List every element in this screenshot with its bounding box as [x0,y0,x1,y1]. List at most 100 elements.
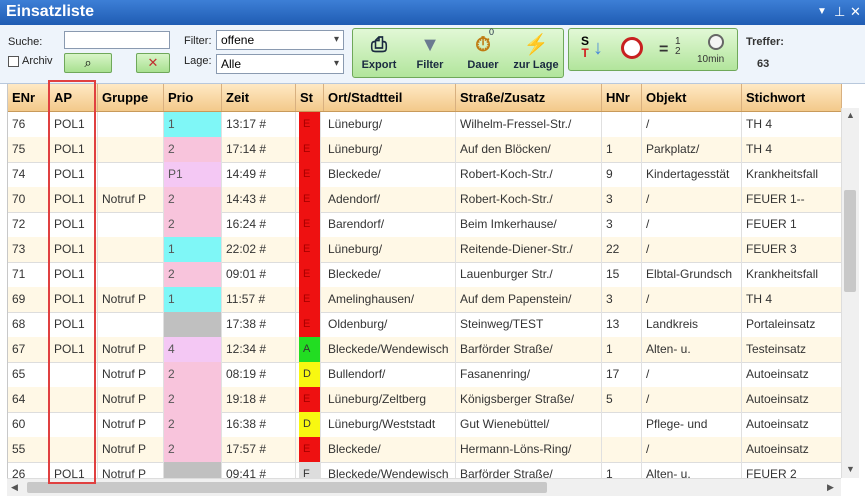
table-row[interactable]: 72 POL1 2 16:24 # E Barendorf/Beim Imkerhause… [8,212,842,238]
dauer-button[interactable]: ⏱ 0 Dauer [457,27,509,77]
cell-enr: 64 [8,387,50,412]
cell-st: D [299,412,321,437]
cell-zeit: 17:57 # [222,437,296,462]
cell-ap: POL1 [50,112,98,137]
archiv-checkbox[interactable] [8,56,19,67]
cell-objekt: Parkplatz/ [642,137,742,162]
cell-hnr [602,412,642,437]
cell-hnr: 3 [602,287,642,312]
scroll-up-icon[interactable]: ▲ [846,110,855,120]
scroll-left-icon[interactable]: ◀ [11,482,18,493]
filter-select[interactable]: offene ▾ [216,30,344,50]
column-header-hnr[interactable]: HNr [602,84,642,111]
action-button-group: ⎙ Export ▼ Filter ⏱ 0 Dauer ⚡ zur Lage [352,27,564,78]
close-icon[interactable]: ✕ [850,4,861,20]
column-header-strasse[interactable]: Straße/Zusatz [456,84,602,111]
table-row[interactable]: 70 POL1 Notruf P 2 14:43 # E Adendorf/Robert-K… [8,187,842,213]
cell-st: E [299,112,321,137]
cell-stichwort: FEUER 1-- [742,187,842,212]
cell-stichwort: Testeinsatz [742,337,842,362]
search-clear-button[interactable]: ✕ [136,53,170,73]
table-row[interactable]: 75 POL1 2 17:14 # E Lüneburg/Auf den Blöcken/… [8,137,842,163]
cell-strasse: Königsberger Straße/ [456,387,602,412]
cell-hnr: 15 [602,262,642,287]
table-row[interactable]: 60 Notruf P 2 16:38 # D Lüneburg/Weststadt Gut… [8,412,842,438]
table-row[interactable]: 76 POL1 1 13:17 # E Lüneburg/Wilhelm-Fressel-… [8,112,842,138]
vertical-scrollbar[interactable]: ▲ ▼ [841,108,859,478]
cell-zeit: 11:57 # [222,287,296,312]
column-header-objekt[interactable]: Objekt [642,84,742,111]
cell-hnr: 1 [602,337,642,362]
zur-lage-button[interactable]: ⚡ zur Lage [509,29,563,77]
table-row[interactable]: 26 POL1 Notruf P 09:41 # F Bleckede/Wendewisc… [8,462,842,478]
cell-enr: 26 [8,462,50,478]
column-header-zeit[interactable]: Zeit [222,84,296,111]
alarm-clock-button[interactable] [613,31,651,71]
archiv-label: Archiv [22,55,53,67]
pin-icon[interactable]: ⊥ [834,4,845,20]
cell-st: E [299,312,321,337]
cell-hnr: 13 [602,312,642,337]
column-header-gruppe[interactable]: Gruppe [98,84,164,111]
cell-objekt: / [642,237,742,262]
table-row[interactable]: 71 POL1 2 09:01 # E Bleckede/Lauenburger Str.… [8,262,842,288]
cell-st: E [299,187,321,212]
cell-objekt: Pflege- und [642,412,742,437]
count-icon: = [659,41,669,58]
column-header-ort[interactable]: Ort/Stadtteil [324,84,456,111]
table-row[interactable]: 65 Notruf P 2 08:19 # D Bullendorf/Fasanenrin… [8,362,842,388]
table-row[interactable]: 68 POL1 17:38 # E Oldenburg/Steinweg/TEST 13 L… [8,312,842,338]
cell-strasse: Lauenburger Str./ [456,262,602,287]
cell-gruppe: Notruf P [98,337,164,362]
export-button-label: Export [361,59,397,71]
table-row[interactable]: 73 POL1 1 22:02 # E Lüneburg/Reitende-Diener-… [8,237,842,263]
sort-status-button[interactable]: ST ↓ [573,31,611,71]
cell-zeit: 14:49 # [222,162,296,187]
column-header-prio[interactable]: Prio [164,84,222,111]
dropdown-icon[interactable]: ▼ [817,6,827,17]
cell-gruppe [98,112,164,137]
cell-gruppe: Notruf P [98,362,164,387]
cell-strasse: Auf den Blöcken/ [456,137,602,162]
table-row[interactable]: 69 POL1 Notruf P 1 11:57 # E Amelinghausen/Auf… [8,287,842,313]
column-header-ap[interactable]: AP [50,84,98,111]
cell-ap [50,412,98,437]
cell-st: A [299,337,321,362]
cell-st: E [299,387,321,412]
alarm-clock-icon [621,37,643,59]
scroll-right-icon[interactable]: ▶ [827,482,834,493]
cell-strasse: Robert-Koch-Str./ [456,162,602,187]
count-button[interactable]: = 12 [653,31,693,71]
cell-stichwort: TH 4 [742,287,842,312]
cell-ap: POL1 [50,262,98,287]
filter-button[interactable]: ▼ Filter [407,29,453,77]
cell-zeit: 09:01 # [222,262,296,287]
scroll-down-icon[interactable]: ▼ [846,464,855,474]
lage-select[interactable]: Alle ▾ [216,54,344,74]
cell-ort: Lüneburg/ [324,112,456,137]
horizontal-scroll-thumb[interactable] [27,482,547,493]
cell-zeit: 17:14 # [222,137,296,162]
table-row[interactable]: 64 Notruf P 2 19:18 # E Lüneburg/Zeltberg Köni… [8,387,842,413]
export-button[interactable]: ⎙ Export [355,29,403,77]
stopwatch-icon: ⏱ [475,34,491,56]
table-row[interactable]: 74 POL1 P1 14:49 # E Bleckede/Robert-Koch-Str… [8,162,842,188]
column-header-st[interactable]: St [296,84,324,111]
horizontal-scrollbar[interactable]: ◀ ▶ [7,478,841,496]
table-row[interactable]: 67 POL1 Notruf P 4 12:34 # A Bleckede/Wendewis… [8,337,842,363]
search-input[interactable] [64,31,170,49]
cell-ort: Bleckede/Wendewisch [324,462,456,478]
cell-gruppe: Notruf P [98,187,164,212]
cell-stichwort: TH 4 [742,137,842,162]
cell-ort: Lüneburg/Weststadt [324,412,456,437]
vertical-scroll-thumb[interactable] [844,190,856,292]
search-apply-button[interactable]: ⌕ [64,53,112,73]
column-header-stichwort[interactable]: Stichwort [742,84,842,111]
cell-ort: Adendorf/ [324,187,456,212]
cell-hnr [602,112,642,137]
timer-button[interactable]: 10min [695,31,737,71]
cell-ap: POL1 [50,162,98,187]
column-header-enr[interactable]: ENr [8,84,50,111]
cell-enr: 55 [8,437,50,462]
table-row[interactable]: 55 Notruf P 2 17:57 # E Bleckede/Hermann-Löns… [8,437,842,463]
